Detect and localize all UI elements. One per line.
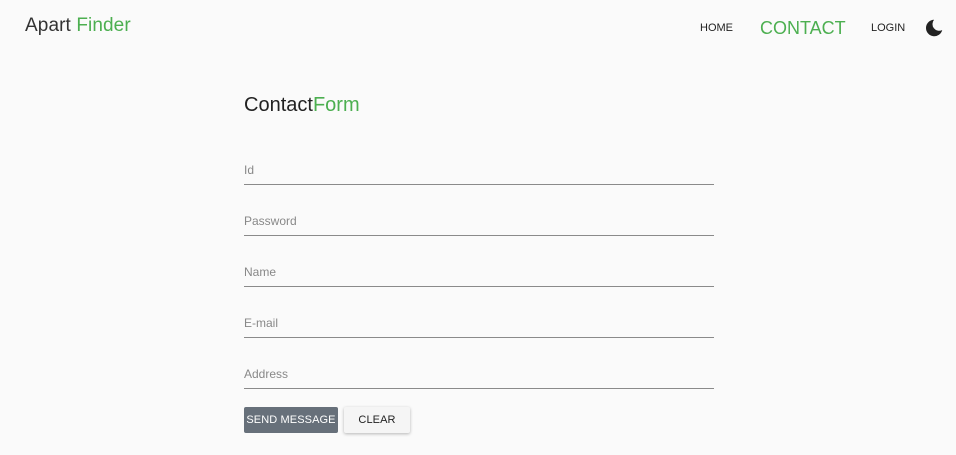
address-field-wrapper xyxy=(244,359,714,389)
nav-login-link[interactable]: LOGIN xyxy=(871,0,905,56)
name-field[interactable] xyxy=(244,257,714,287)
email-field-wrapper xyxy=(244,308,714,338)
address-field[interactable] xyxy=(244,359,714,389)
password-field[interactable] xyxy=(244,206,714,236)
password-field-wrapper xyxy=(244,206,714,236)
title-prefix: Contact xyxy=(244,94,313,116)
title-accent: Form xyxy=(312,94,360,116)
send-message-button[interactable]: SEND MESSAGE xyxy=(244,407,338,433)
brand-prefix: Apart xyxy=(25,15,71,36)
page-title: ContactForm xyxy=(244,94,360,117)
id-field[interactable] xyxy=(244,155,714,185)
nav-home-link[interactable]: HOME xyxy=(700,0,733,56)
app-logo[interactable]: Apart Finder xyxy=(25,15,131,37)
nav-contact-link[interactable]: CONTACT xyxy=(760,0,846,56)
id-field-wrapper xyxy=(244,155,714,185)
email-field[interactable] xyxy=(244,308,714,338)
name-field-wrapper xyxy=(244,257,714,287)
top-app-bar: Apart Finder HOME CONTACT LOGIN xyxy=(0,0,956,56)
clear-button[interactable]: CLEAR xyxy=(344,407,410,433)
brand-accent: Finder xyxy=(76,15,131,36)
moon-icon[interactable] xyxy=(924,18,944,38)
